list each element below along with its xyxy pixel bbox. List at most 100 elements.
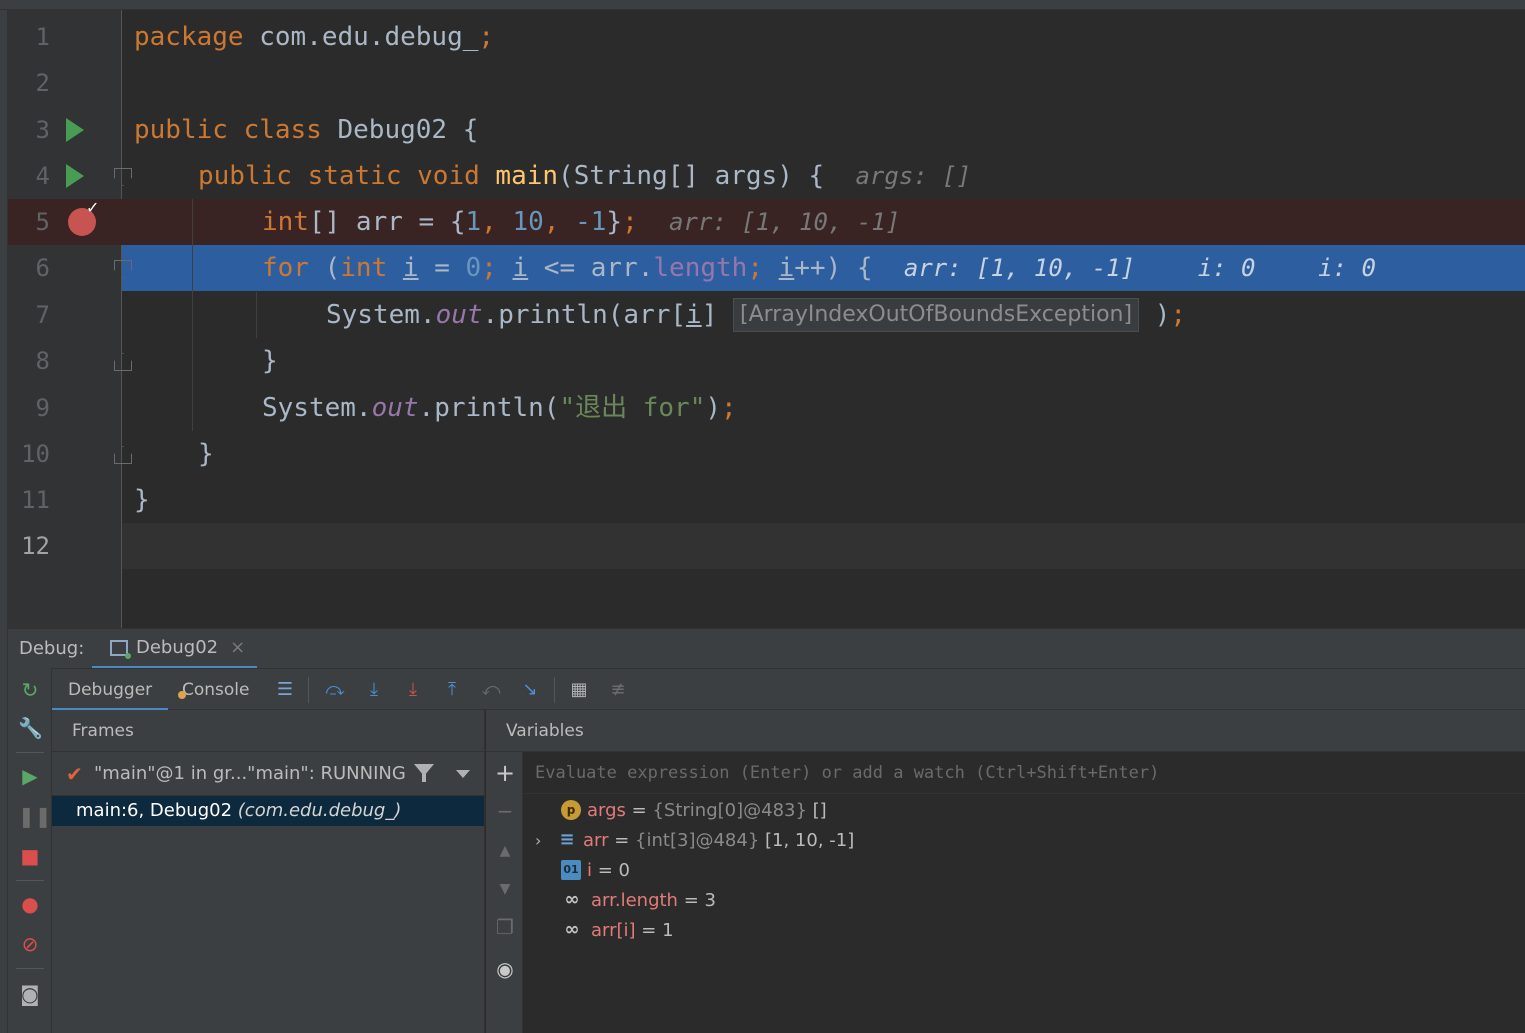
line-number: 6 (35, 254, 50, 282)
line-number: 11 (21, 486, 50, 514)
variable-row[interactable]: p args = {String[0]@483} [] (561, 795, 827, 825)
line-number: 5 (35, 208, 50, 236)
rerun-icon[interactable]: ↻ (18, 678, 42, 702)
trace-stream-icon[interactable]: ≢ (606, 678, 630, 702)
toolbar-separator (554, 677, 555, 703)
frames-panel: Frames ✔ "main"@1 in gr..."main": RUNNIN… (52, 710, 485, 1033)
move-down-icon[interactable]: ▼ (494, 878, 516, 900)
fold-end-icon[interactable] (114, 353, 132, 371)
code-line-4[interactable]: 4 public static void main(String[] args)… (8, 153, 1525, 199)
debug-tool-window-header: Debug: Debug02 × (8, 628, 1525, 669)
eye-icon[interactable]: ◉ (494, 958, 516, 980)
settings-wrench-icon[interactable]: 🔧 (18, 716, 43, 740)
code-text: } (198, 439, 214, 469)
run-method-icon[interactable] (66, 164, 84, 188)
filter-icon[interactable] (414, 764, 434, 782)
inline-value-hint: arr: [1, 10, -1] (669, 208, 901, 236)
code-editor[interactable]: 1 package com.edu.debug_; 2 3 public cla… (0, 0, 1525, 628)
inline-value-hint: i: 0 (1318, 254, 1376, 282)
exception-inlay: [ArrayIndexOutOfBoundsException] (733, 298, 1140, 332)
move-up-icon[interactable]: ▲ (494, 840, 516, 862)
variable-row[interactable]: ∞ arr[i] = 1 (559, 915, 674, 945)
camera-icon[interactable]: ◙ (18, 982, 42, 1006)
evaluate-expression-input[interactable] (535, 760, 1495, 786)
array-icon: ≡ (559, 829, 575, 850)
inline-value-hint: i: 0 (1197, 254, 1256, 282)
debug-side-toolbar: ↻ 🔧 ▶ ❚❚ ■ ● ⊘ ◙ (8, 668, 52, 1033)
editor-tab-strip (0, 0, 1525, 10)
code-line-1[interactable]: 1 package com.edu.debug_; (8, 14, 1525, 60)
code-line-2[interactable]: 2 (8, 60, 1525, 106)
fold-open-icon[interactable] (114, 168, 132, 186)
mute-breakpoints-icon[interactable]: ⊘ (18, 932, 42, 956)
console-output-dot-icon (178, 691, 186, 699)
show-execution-point-icon[interactable]: ☰ (273, 678, 297, 702)
variables-side-toolbar: + − ▲ ▼ ❐ ◉ (486, 752, 523, 1033)
code-text: int[] arr = {1, 10, -1}; arr: [1, 10, -1… (262, 207, 901, 237)
indent-guide (192, 199, 193, 431)
code-line-3[interactable]: 3 public class Debug02 { (8, 107, 1525, 153)
tab-console[interactable]: Console (166, 669, 266, 711)
watch-icon: ∞ (564, 889, 580, 910)
code-text: public static void main(String[] args) {… (198, 161, 972, 191)
rail-separator (16, 968, 44, 969)
code-text: System.out.println("退出 for"); (262, 393, 737, 423)
line-number: 10 (21, 440, 50, 468)
code-line-11[interactable]: 11 } (8, 477, 1525, 523)
debug-session-tab[interactable]: Debug02 × (92, 629, 258, 669)
resume-program-icon[interactable]: ▶ (18, 764, 42, 788)
step-over-icon[interactable]: ⤼ (323, 678, 347, 702)
thread-label: "main"@1 in gr..."main": RUNNING (94, 763, 406, 784)
left-tool-stripe (0, 10, 8, 1033)
chevron-down-icon[interactable] (456, 770, 470, 778)
run-class-icon[interactable] (66, 118, 84, 142)
code-text: } (262, 346, 278, 376)
fold-end-icon[interactable] (114, 446, 132, 464)
chevron-right-icon[interactable]: › (535, 831, 557, 850)
new-watch-icon[interactable]: + (494, 761, 516, 785)
duplicate-watch-icon[interactable]: ❐ (494, 916, 516, 938)
thread-selector[interactable]: ✔ "main"@1 in gr..."main": RUNNING (52, 752, 484, 796)
drop-frame-icon[interactable]: ⤺ (479, 678, 503, 702)
variable-row[interactable]: ∞ arr.length = 3 (559, 885, 716, 915)
tab-debugger[interactable]: Debugger (52, 669, 169, 711)
code-line-9[interactable]: 9 System.out.println("退出 for"); (8, 385, 1525, 431)
parameter-icon: p (561, 800, 581, 820)
stack-frame-row[interactable]: main:6, Debug02 (com.edu.debug_) (52, 796, 484, 826)
stop-icon[interactable]: ■ (18, 844, 42, 868)
step-out-icon[interactable]: ⤒ (440, 678, 464, 702)
rail-separator (16, 752, 44, 753)
primitive-icon: 01 (561, 860, 581, 880)
code-line-5[interactable]: 5 ✓ int[] arr = {1, 10, -1}; arr: [1, 10… (8, 199, 1525, 245)
run-config-icon (110, 639, 131, 659)
line-number: 12 (21, 532, 50, 560)
evaluate-expression-icon[interactable]: ▦ (567, 678, 591, 702)
inline-value-hint: args: [] (855, 162, 972, 190)
view-breakpoints-icon[interactable]: ● (18, 892, 42, 916)
close-tab-icon[interactable]: × (230, 637, 245, 658)
code-line-6[interactable]: 6 for (int i = 0; i <= arr.length; i++) … (8, 245, 1525, 291)
line-number: 8 (35, 347, 50, 375)
debug-session-name: Debug02 (136, 637, 219, 658)
force-step-into-icon[interactable]: ⤓ (401, 678, 425, 702)
code-line-8[interactable]: 8 } (8, 338, 1525, 384)
line-number: 1 (35, 23, 50, 51)
watch-icon: ∞ (564, 919, 580, 940)
variable-row[interactable]: 01 i = 0 (561, 855, 630, 885)
fold-open-icon[interactable] (114, 260, 132, 278)
step-into-icon[interactable]: ⤓ (362, 678, 386, 702)
line-number: 7 (35, 301, 50, 329)
run-to-cursor-icon[interactable]: ↘ (518, 678, 542, 702)
code-line-12[interactable]: 12 (8, 523, 1525, 569)
remove-watch-icon[interactable]: − (494, 800, 516, 822)
variable-row[interactable]: › ≡ arr = {int[3]@484} [1, 10, -1] (535, 825, 854, 855)
line-number: 2 (35, 69, 50, 97)
pause-program-icon[interactable]: ❚❚ (18, 804, 52, 828)
rail-separator (16, 880, 44, 881)
code-line-7[interactable]: 7 System.out.println(arr[i] [ArrayIndexO… (8, 292, 1525, 338)
toolbar-separator (308, 677, 309, 703)
debug-toolbar: Debugger Console ☰ ⤼ ⤓ ⤓ ⤒ ⤺ ↘ ▦ ≢ (8, 668, 1525, 711)
line-number: 4 (35, 162, 50, 190)
code-line-10[interactable]: 10 } (8, 431, 1525, 477)
frames-header: Frames (52, 710, 484, 752)
